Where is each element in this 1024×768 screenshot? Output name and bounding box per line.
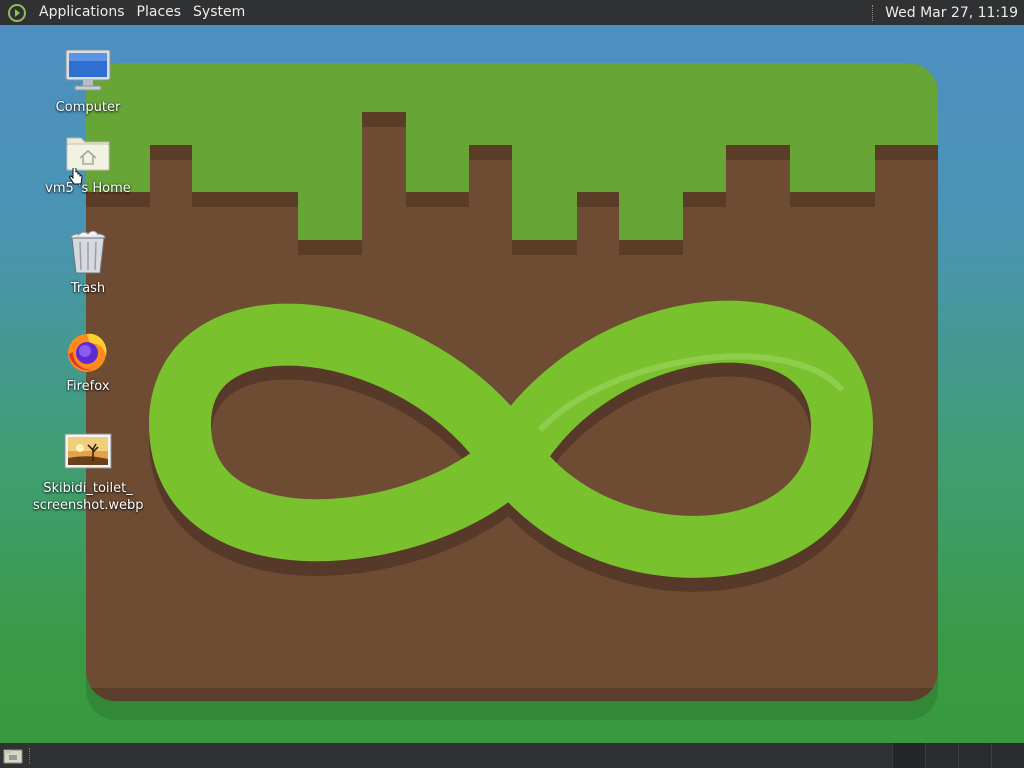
desktop-icon-image-file[interactable]: Skibidi_toilet_ screenshot.webp xyxy=(33,428,144,514)
workspace-switcher xyxy=(892,743,1024,768)
panel-handle[interactable] xyxy=(872,4,875,21)
menu-system[interactable]: System xyxy=(187,0,251,25)
firefox-icon xyxy=(68,333,107,372)
desktop-icon-label: Firefox xyxy=(66,379,110,394)
panel-handle[interactable] xyxy=(29,747,32,764)
desktop-icon-label-line2: screenshot.webp xyxy=(33,498,144,513)
trash-icon xyxy=(70,230,106,274)
hand-cursor-icon xyxy=(69,168,83,185)
show-desktop-icon[interactable] xyxy=(3,747,23,765)
workspace-2[interactable] xyxy=(925,743,958,768)
desktop-wallpaper xyxy=(86,63,938,720)
desktop-icon-trash[interactable]: Trash xyxy=(33,228,143,297)
computer-monitor-icon xyxy=(65,49,111,91)
menu-places[interactable]: Places xyxy=(131,0,188,25)
image-file-icon xyxy=(64,433,112,469)
workspace-3[interactable] xyxy=(958,743,991,768)
workspace-1[interactable] xyxy=(892,743,925,768)
desktop-icon-computer[interactable]: Computer xyxy=(33,47,143,116)
top-panel: Applications Places System Wed Mar 27, 1… xyxy=(0,0,1024,25)
desktop-icon-label-line1: Skibidi_toilet_ xyxy=(43,481,133,496)
distro-logo-icon[interactable] xyxy=(7,3,27,23)
menu-applications[interactable]: Applications xyxy=(33,0,131,25)
desktop-icon-firefox[interactable]: Firefox xyxy=(33,326,143,395)
clock[interactable]: Wed Mar 27, 11:19 xyxy=(885,5,1024,21)
desktop-icon-label: vm5 's Home xyxy=(45,181,131,196)
desktop-icon-label: Trash xyxy=(70,281,106,296)
workspace-4[interactable] xyxy=(991,743,1024,768)
desktop-icon-label: Computer xyxy=(55,100,121,115)
desktop-icon-home[interactable]: vm5 's Home xyxy=(33,128,143,197)
bottom-panel xyxy=(0,743,1024,768)
